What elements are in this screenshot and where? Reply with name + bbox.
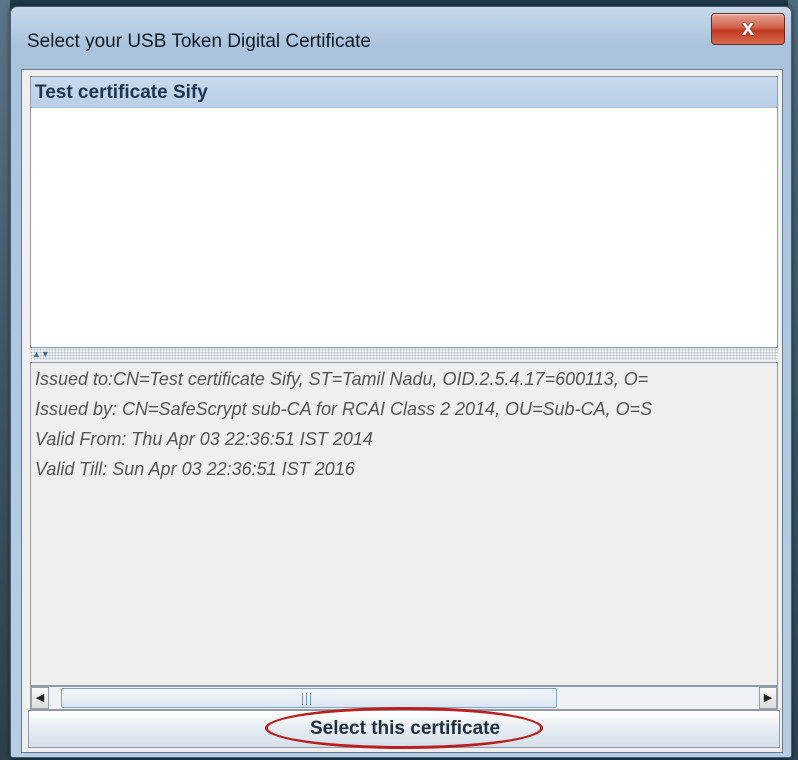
title-bar[interactable]: Select your USB Token Digital Certificat… [11, 7, 791, 63]
dialog-content: Test certificate Sify ▲▼ Issued to:CN=Te… [21, 69, 783, 753]
scroll-thumb[interactable] [61, 688, 557, 708]
scroll-left-button[interactable]: ◀ [31, 687, 49, 709]
valid-from-text: Valid From: Thu Apr 03 22:36:51 IST 2014 [35, 429, 373, 449]
scroll-right-button[interactable]: ▶ [759, 687, 777, 709]
close-button[interactable]: x [711, 13, 785, 45]
select-certificate-button[interactable]: Select this certificate [28, 707, 780, 749]
certificate-list[interactable]: Test certificate Sify [30, 76, 778, 348]
issued-by-text: Issued by: CN=SafeScrypt sub-CA for RCAI… [35, 399, 653, 419]
certificate-dialog: Select your USB Token Digital Certificat… [10, 6, 792, 758]
certificate-details: Issued to:CN=Test certificate Sify, ST=T… [30, 362, 778, 686]
background-left [0, 0, 10, 760]
split-pane-divider[interactable]: ▲▼ [30, 348, 778, 360]
close-icon: x [741, 15, 755, 40]
grip-icon [302, 693, 314, 705]
certificate-list-item[interactable]: Test certificate Sify [31, 77, 777, 108]
window-title: Select your USB Token Digital Certificat… [27, 31, 371, 52]
issued-to-text: Issued to:CN=Test certificate Sify, ST=T… [35, 369, 649, 389]
split-arrows-icon[interactable]: ▲▼ [32, 348, 50, 360]
select-certificate-label: Select this certificate [309, 718, 501, 739]
valid-till-text: Valid Till: Sun Apr 03 22:36:51 IST 2016 [35, 459, 355, 479]
horizontal-scrollbar[interactable]: ◀ ▶ [30, 686, 778, 710]
certificate-name: Test certificate Sify [35, 82, 208, 103]
